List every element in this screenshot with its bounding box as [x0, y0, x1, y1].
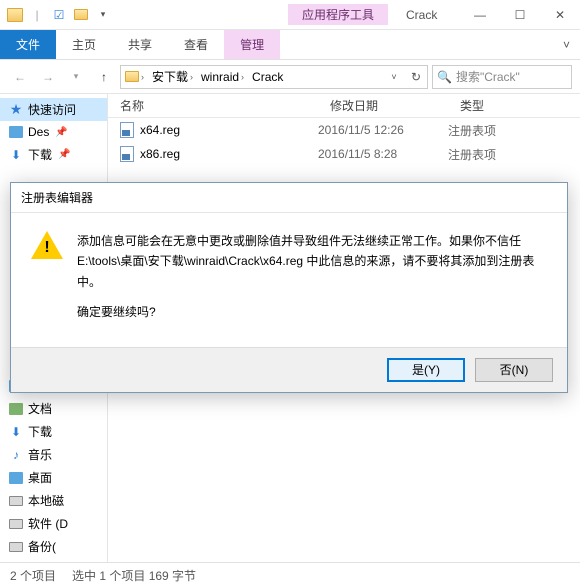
disk-icon [8, 539, 24, 555]
nav-item-music[interactable]: ♪音乐 [0, 443, 107, 466]
breadcrumb-seg-0[interactable]: 安下载› [148, 68, 197, 85]
status-bar: 2 个项目 选中 1 个项目 169 字节 [0, 562, 580, 588]
up-button[interactable]: ↑ [92, 65, 116, 89]
breadcrumb-root-icon[interactable]: › [121, 71, 148, 82]
status-selection: 选中 1 个项目 169 字节 [72, 567, 196, 584]
documents-icon [8, 401, 24, 417]
breadcrumb-dropdown-icon[interactable]: ˅ [383, 66, 405, 88]
tab-home[interactable]: 主页 [56, 30, 112, 59]
minimize-button[interactable]: — [460, 0, 500, 30]
reg-file-icon [120, 122, 134, 138]
reg-file-icon [120, 146, 134, 162]
ribbon-expand-icon[interactable]: ˅ [553, 30, 580, 59]
breadcrumb-seg-1[interactable]: winraid› [197, 70, 248, 84]
new-folder-icon[interactable] [72, 6, 90, 24]
download-icon: ⬇ [8, 147, 24, 163]
tab-share[interactable]: 共享 [112, 30, 168, 59]
dialog-title: 注册表编辑器 [11, 183, 567, 213]
desktop-icon [8, 124, 24, 140]
window-title: Crack [406, 8, 437, 22]
music-icon: ♪ [8, 447, 24, 463]
recent-dropdown-icon[interactable]: ▾ [64, 65, 88, 89]
nav-item-software[interactable]: 软件 (D [0, 512, 107, 535]
tab-manage[interactable]: 管理 [224, 30, 280, 59]
desktop-icon [8, 470, 24, 486]
qat-separator: | [28, 6, 46, 24]
disk-icon [8, 516, 24, 532]
pin-icon: 📌 [55, 127, 67, 138]
contextual-tab-label: 应用程序工具 [288, 4, 388, 25]
qat-dropdown-icon[interactable]: ▾ [94, 6, 112, 24]
ribbon-tabs: 文件 主页 共享 查看 管理 ˅ [0, 30, 580, 60]
breadcrumb[interactable]: › 安下载› winraid› Crack ˅ ↻ [120, 65, 428, 89]
col-name[interactable]: 名称 [108, 97, 318, 114]
pin-icon: 📌 [58, 149, 70, 160]
download-icon: ⬇ [8, 424, 24, 440]
column-headers[interactable]: 名称 修改日期 类型 [108, 94, 580, 118]
nav-item-documents[interactable]: 文档 [0, 397, 107, 420]
forward-button[interactable]: → [36, 65, 60, 89]
star-icon: ★ [8, 102, 24, 118]
quick-access-toolbar: | ☑ ▾ [0, 6, 118, 24]
disk-icon [8, 493, 24, 509]
dialog-button-row: 是(Y) 否(N) [11, 347, 567, 392]
breadcrumb-seg-2[interactable]: Crack [248, 70, 287, 84]
nav-item-backup[interactable]: 备份( [0, 535, 107, 558]
properties-icon[interactable]: ☑ [50, 6, 68, 24]
search-input[interactable]: 🔍 搜索"Crack" [432, 65, 572, 89]
status-item-count: 2 个项目 [10, 567, 56, 584]
nav-item-downloads2[interactable]: ⬇下载 [0, 420, 107, 443]
nav-item-desktop[interactable]: Des📌 [0, 121, 107, 143]
search-placeholder: 搜索"Crack" [456, 68, 520, 85]
close-button[interactable]: ✕ [540, 0, 580, 30]
nav-item-downloads[interactable]: ⬇下载📌 [0, 143, 107, 166]
tab-view[interactable]: 查看 [168, 30, 224, 59]
address-bar: ← → ▾ ↑ › 安下载› winraid› Crack ˅ ↻ 🔍 搜索"C… [0, 60, 580, 94]
nav-quick-access[interactable]: ★ 快速访问 [0, 98, 107, 121]
maximize-button[interactable]: ☐ [500, 0, 540, 30]
yes-button[interactable]: 是(Y) [387, 358, 465, 382]
tab-file[interactable]: 文件 [0, 30, 56, 59]
registry-editor-dialog: 注册表编辑器 添加信息可能会在无意中更改或删除值并导致组件无法继续正常工作。如果… [10, 182, 568, 393]
dialog-message: 添加信息可能会在无意中更改或删除值并导致组件无法继续正常工作。如果你不信任 E:… [77, 231, 547, 333]
refresh-icon[interactable]: ↻ [405, 66, 427, 88]
title-bar: | ☑ ▾ 应用程序工具 Crack — ☐ ✕ [0, 0, 580, 30]
col-type[interactable]: 类型 [448, 97, 580, 114]
nav-item-localdisk[interactable]: 本地磁 [0, 489, 107, 512]
col-date[interactable]: 修改日期 [318, 97, 448, 114]
no-button[interactable]: 否(N) [475, 358, 553, 382]
back-button[interactable]: ← [8, 65, 32, 89]
nav-item-desktop2[interactable]: 桌面 [0, 466, 107, 489]
file-row[interactable]: x64.reg 2016/11/5 12:26 注册表项 [108, 118, 580, 142]
search-icon: 🔍 [437, 70, 452, 84]
folder-icon [6, 6, 24, 24]
file-row[interactable]: x86.reg 2016/11/5 8:28 注册表项 [108, 142, 580, 166]
warning-icon [31, 231, 63, 259]
